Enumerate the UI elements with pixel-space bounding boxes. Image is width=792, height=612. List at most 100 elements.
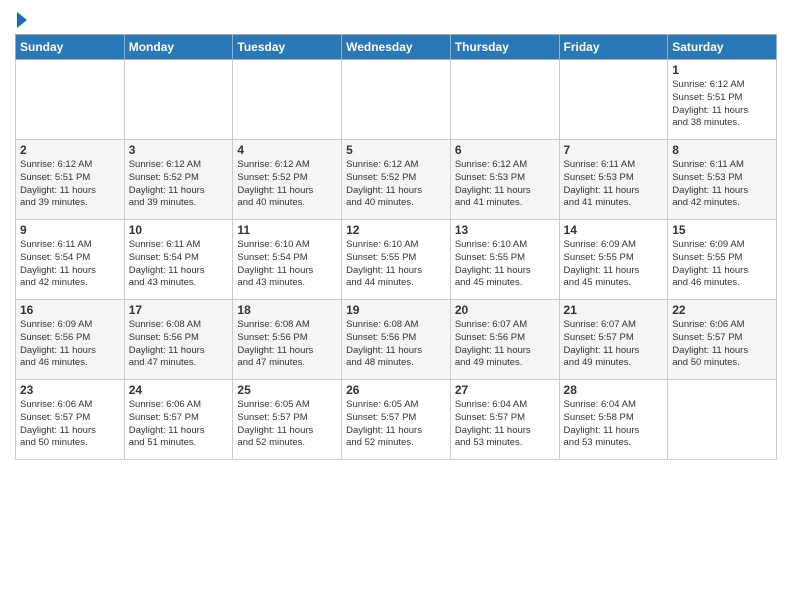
calendar-day-cell: 26 Sunrise: 6:05 AM Sunset: 5:57 PM Dayli… xyxy=(342,380,451,460)
calendar-day-cell xyxy=(233,60,342,140)
calendar-day-cell xyxy=(342,60,451,140)
day-info: Sunrise: 6:08 AM Sunset: 5:56 PM Dayligh… xyxy=(346,319,446,370)
calendar-day-cell: 6 Sunrise: 6:12 AM Sunset: 5:53 PM Daylig… xyxy=(450,140,559,220)
weekday-header-cell: Sunday xyxy=(16,35,125,60)
calendar-day-cell: 3 Sunrise: 6:12 AM Sunset: 5:52 PM Daylig… xyxy=(124,140,233,220)
day-info: Sunrise: 6:06 AM Sunset: 5:57 PM Dayligh… xyxy=(129,399,229,450)
day-info: Sunrise: 6:11 AM Sunset: 5:54 PM Dayligh… xyxy=(20,239,120,290)
calendar-day-cell: 10 Sunrise: 6:11 AM Sunset: 5:54 PM Dayli… xyxy=(124,220,233,300)
day-info: Sunrise: 6:10 AM Sunset: 5:55 PM Dayligh… xyxy=(346,239,446,290)
calendar-day-cell: 1 Sunrise: 6:12 AM Sunset: 5:51 PM Daylig… xyxy=(668,60,777,140)
calendar-day-cell: 16 Sunrise: 6:09 AM Sunset: 5:56 PM Dayli… xyxy=(16,300,125,380)
day-number: 17 xyxy=(129,303,229,317)
day-info: Sunrise: 6:07 AM Sunset: 5:56 PM Dayligh… xyxy=(455,319,555,370)
day-info: Sunrise: 6:06 AM Sunset: 5:57 PM Dayligh… xyxy=(672,319,772,370)
day-number: 21 xyxy=(564,303,664,317)
day-info: Sunrise: 6:05 AM Sunset: 5:57 PM Dayligh… xyxy=(346,399,446,450)
calendar-day-cell: 23 Sunrise: 6:06 AM Sunset: 5:57 PM Dayli… xyxy=(16,380,125,460)
day-info: Sunrise: 6:08 AM Sunset: 5:56 PM Dayligh… xyxy=(237,319,337,370)
day-info: Sunrise: 6:08 AM Sunset: 5:56 PM Dayligh… xyxy=(129,319,229,370)
calendar-day-cell: 13 Sunrise: 6:10 AM Sunset: 5:55 PM Dayli… xyxy=(450,220,559,300)
day-info: Sunrise: 6:07 AM Sunset: 5:57 PM Dayligh… xyxy=(564,319,664,370)
day-number: 13 xyxy=(455,223,555,237)
day-number: 11 xyxy=(237,223,337,237)
calendar-day-cell: 17 Sunrise: 6:08 AM Sunset: 5:56 PM Dayli… xyxy=(124,300,233,380)
day-number: 4 xyxy=(237,143,337,157)
weekday-header-cell: Monday xyxy=(124,35,233,60)
day-number: 9 xyxy=(20,223,120,237)
day-info: Sunrise: 6:09 AM Sunset: 5:55 PM Dayligh… xyxy=(672,239,772,290)
calendar-day-cell: 5Sunrise: 6:12 AM Sunset: 5:52 PM Daylig… xyxy=(342,140,451,220)
calendar-day-cell xyxy=(668,380,777,460)
calendar-week-row: 23 Sunrise: 6:06 AM Sunset: 5:57 PM Dayli… xyxy=(16,380,777,460)
calendar-day-cell: 14 Sunrise: 6:09 AM Sunset: 5:55 PM Dayli… xyxy=(559,220,668,300)
weekday-header-cell: Wednesday xyxy=(342,35,451,60)
day-number: 23 xyxy=(20,383,120,397)
day-number: 10 xyxy=(129,223,229,237)
day-info: Sunrise: 6:09 AM Sunset: 5:55 PM Dayligh… xyxy=(564,239,664,290)
day-number: 2 xyxy=(20,143,120,157)
day-number: 5 xyxy=(346,143,446,157)
day-number: 25 xyxy=(237,383,337,397)
day-info: Sunrise: 6:04 AM Sunset: 5:58 PM Dayligh… xyxy=(564,399,664,450)
day-info: Sunrise: 6:06 AM Sunset: 5:57 PM Dayligh… xyxy=(20,399,120,450)
calendar-day-cell: 24 Sunrise: 6:06 AM Sunset: 5:57 PM Dayli… xyxy=(124,380,233,460)
day-info: Sunrise: 6:04 AM Sunset: 5:57 PM Dayligh… xyxy=(455,399,555,450)
day-number: 6 xyxy=(455,143,555,157)
day-info: Sunrise: 6:12 AM Sunset: 5:52 PM Dayligh… xyxy=(129,159,229,210)
calendar-day-cell: 22 Sunrise: 6:06 AM Sunset: 5:57 PM Dayli… xyxy=(668,300,777,380)
day-number: 7 xyxy=(564,143,664,157)
calendar-day-cell: 2 Sunrise: 6:12 AM Sunset: 5:51 PM Daylig… xyxy=(16,140,125,220)
logo-area xyxy=(15,10,27,28)
day-number: 26 xyxy=(346,383,446,397)
day-number: 27 xyxy=(455,383,555,397)
header xyxy=(15,10,777,28)
day-number: 3 xyxy=(129,143,229,157)
day-number: 16 xyxy=(20,303,120,317)
day-number: 19 xyxy=(346,303,446,317)
calendar-day-cell xyxy=(559,60,668,140)
calendar-week-row: 9 Sunrise: 6:11 AM Sunset: 5:54 PM Daylig… xyxy=(16,220,777,300)
calendar-day-cell: 4 Sunrise: 6:12 AM Sunset: 5:52 PM Daylig… xyxy=(233,140,342,220)
day-info: Sunrise: 6:11 AM Sunset: 5:53 PM Dayligh… xyxy=(672,159,772,210)
day-number: 12 xyxy=(346,223,446,237)
calendar-day-cell: 8 Sunrise: 6:11 AM Sunset: 5:53 PM Daylig… xyxy=(668,140,777,220)
calendar-day-cell xyxy=(450,60,559,140)
weekday-header-cell: Tuesday xyxy=(233,35,342,60)
calendar-day-cell xyxy=(124,60,233,140)
calendar-body: 1 Sunrise: 6:12 AM Sunset: 5:51 PM Daylig… xyxy=(16,60,777,460)
calendar-day-cell: 12 Sunrise: 6:10 AM Sunset: 5:55 PM Dayli… xyxy=(342,220,451,300)
calendar-day-cell: 7 Sunrise: 6:11 AM Sunset: 5:53 PM Daylig… xyxy=(559,140,668,220)
day-number: 20 xyxy=(455,303,555,317)
day-number: 24 xyxy=(129,383,229,397)
calendar-table: SundayMondayTuesdayWednesdayThursdayFrid… xyxy=(15,34,777,460)
day-number: 1 xyxy=(672,63,772,77)
day-number: 15 xyxy=(672,223,772,237)
day-number: 14 xyxy=(564,223,664,237)
day-info: Sunrise: 6:12 AM Sunset: 5:53 PM Dayligh… xyxy=(455,159,555,210)
day-number: 28 xyxy=(564,383,664,397)
day-info: Sunrise: 6:09 AM Sunset: 5:56 PM Dayligh… xyxy=(20,319,120,370)
day-number: 18 xyxy=(237,303,337,317)
calendar-day-cell: 9 Sunrise: 6:11 AM Sunset: 5:54 PM Daylig… xyxy=(16,220,125,300)
calendar-day-cell: 27 Sunrise: 6:04 AM Sunset: 5:57 PM Dayli… xyxy=(450,380,559,460)
weekday-header-row: SundayMondayTuesdayWednesdayThursdayFrid… xyxy=(16,35,777,60)
day-number: 8 xyxy=(672,143,772,157)
day-info: Sunrise: 6:11 AM Sunset: 5:54 PM Dayligh… xyxy=(129,239,229,290)
weekday-header-cell: Friday xyxy=(559,35,668,60)
day-number: 22 xyxy=(672,303,772,317)
calendar-day-cell: 28 Sunrise: 6:04 AM Sunset: 5:58 PM Dayli… xyxy=(559,380,668,460)
day-info: Sunrise: 6:12 AM Sunset: 5:51 PM Dayligh… xyxy=(672,79,772,130)
day-info: Sunrise: 6:11 AM Sunset: 5:53 PM Dayligh… xyxy=(564,159,664,210)
day-info: Sunrise: 6:05 AM Sunset: 5:57 PM Dayligh… xyxy=(237,399,337,450)
calendar-week-row: 2 Sunrise: 6:12 AM Sunset: 5:51 PM Daylig… xyxy=(16,140,777,220)
day-info: Sunrise: 6:10 AM Sunset: 5:55 PM Dayligh… xyxy=(455,239,555,290)
weekday-header-cell: Thursday xyxy=(450,35,559,60)
calendar-week-row: 1 Sunrise: 6:12 AM Sunset: 5:51 PM Daylig… xyxy=(16,60,777,140)
calendar-day-cell: 11Sunrise: 6:10 AM Sunset: 5:54 PM Dayli… xyxy=(233,220,342,300)
logo-triangle-icon xyxy=(17,12,27,28)
calendar-day-cell xyxy=(16,60,125,140)
day-info: Sunrise: 6:12 AM Sunset: 5:51 PM Dayligh… xyxy=(20,159,120,210)
day-info: Sunrise: 6:12 AM Sunset: 5:52 PM Dayligh… xyxy=(237,159,337,210)
weekday-header-cell: Saturday xyxy=(668,35,777,60)
